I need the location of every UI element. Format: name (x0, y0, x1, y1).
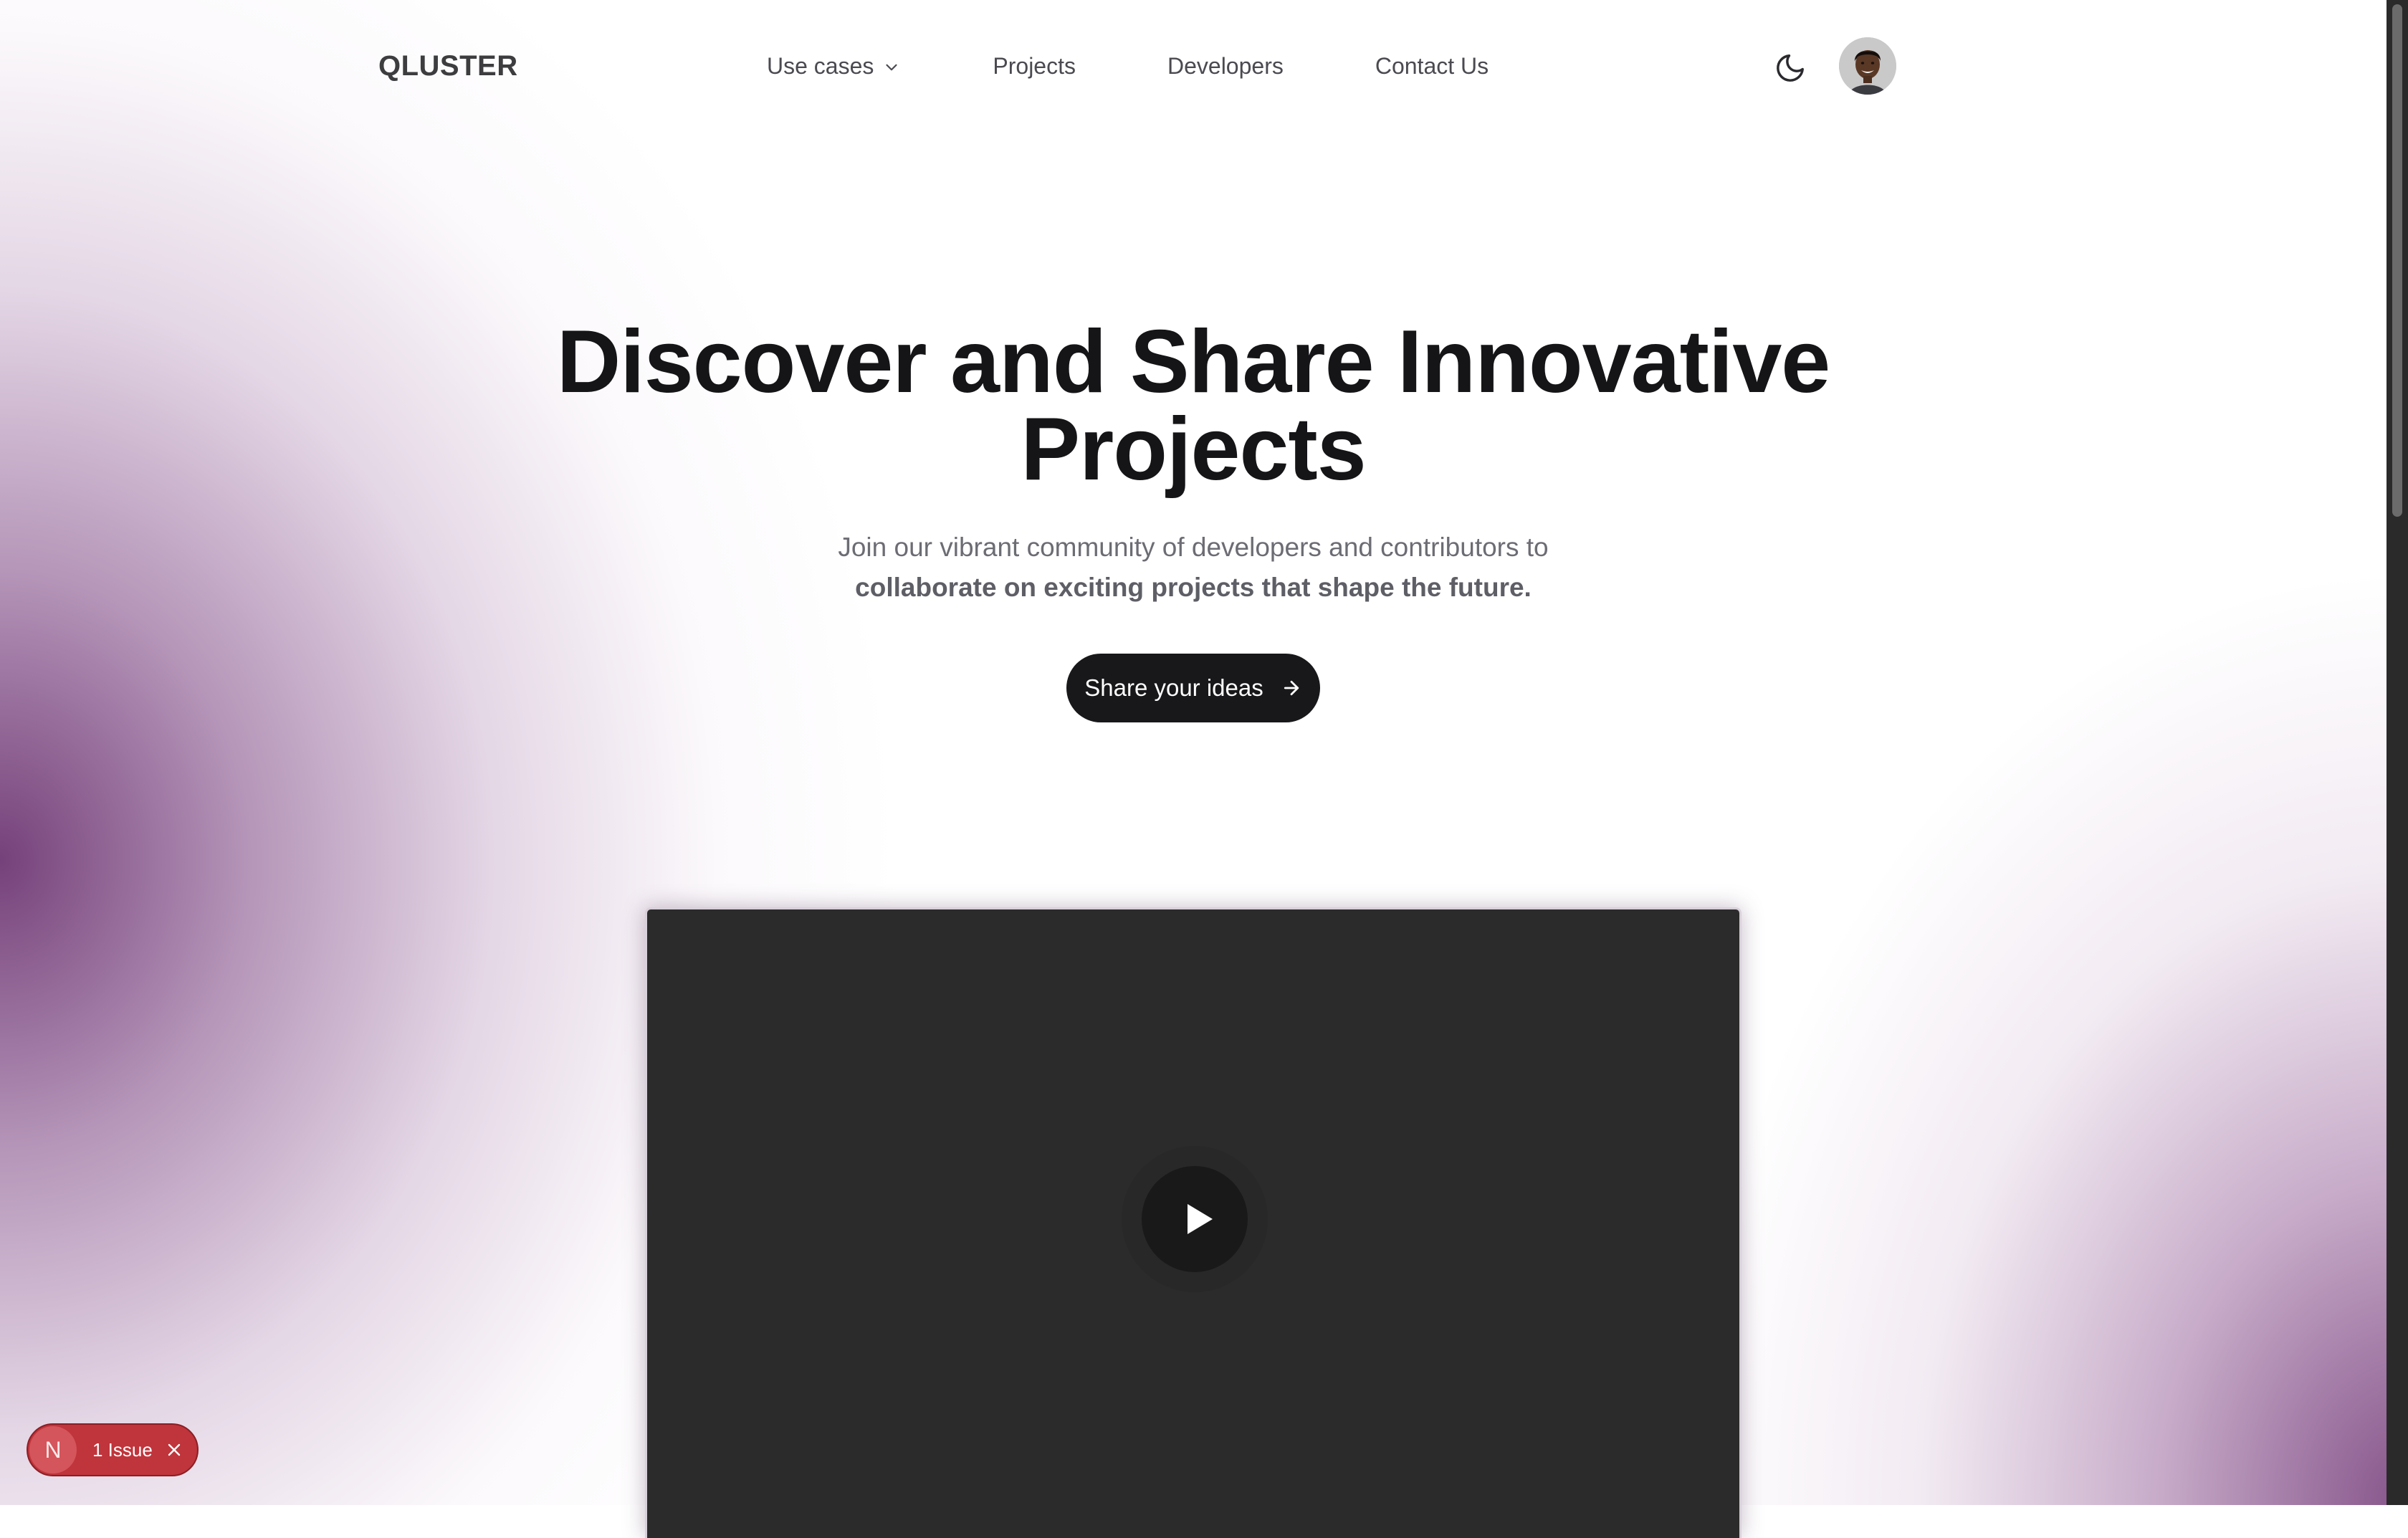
hero-subtitle-line-1: Join our vibrant community of developers… (838, 532, 1549, 562)
play-icon (1188, 1204, 1213, 1234)
hero-title-line-1: Discover and Share Innovative (556, 312, 1831, 411)
issue-count-label: 1 Issue (92, 1438, 153, 1461)
page-scrollbar[interactable] (2386, 0, 2408, 1505)
hero-title-line-2: Projects (1021, 400, 1366, 499)
close-icon[interactable] (166, 1441, 183, 1458)
share-ideas-label: Share your ideas (1084, 674, 1263, 701)
brand-logo[interactable]: QLUSTER (378, 50, 518, 82)
hero-subtitle-line-2: collaborate on exciting projects that sh… (855, 573, 1532, 602)
nextjs-logo-icon: N (29, 1426, 77, 1473)
nav-use-cases-label: Use cases (767, 53, 874, 79)
top-navigation: QLUSTER Use cases Projects Developers Co… (0, 0, 2386, 136)
video-player[interactable] (645, 907, 1742, 1538)
share-ideas-button[interactable]: Share your ideas (1066, 654, 1320, 722)
nav-contact-us[interactable]: Contact Us (1375, 53, 1489, 80)
nav-links: Use cases Projects Developers Contact Us (767, 53, 1489, 80)
nav-developers[interactable]: Developers (1167, 53, 1284, 80)
chevron-down-icon (886, 64, 897, 70)
user-avatar[interactable] (1839, 37, 1896, 95)
nav-projects[interactable]: Projects (993, 53, 1076, 80)
arrow-right-icon (1284, 680, 1299, 696)
avatar-portrait-icon (1839, 37, 1896, 95)
hero-title: Discover and Share Innovative Projects (0, 312, 2386, 499)
play-button[interactable] (1142, 1166, 1248, 1272)
dev-issues-indicator[interactable]: N 1 Issue (27, 1423, 199, 1476)
hero-subtitle: Join our vibrant community of developers… (0, 527, 2386, 608)
scrollbar-thumb[interactable] (2392, 4, 2402, 517)
moon-icon[interactable] (1774, 52, 1807, 85)
nav-use-cases[interactable]: Use cases (767, 53, 901, 80)
